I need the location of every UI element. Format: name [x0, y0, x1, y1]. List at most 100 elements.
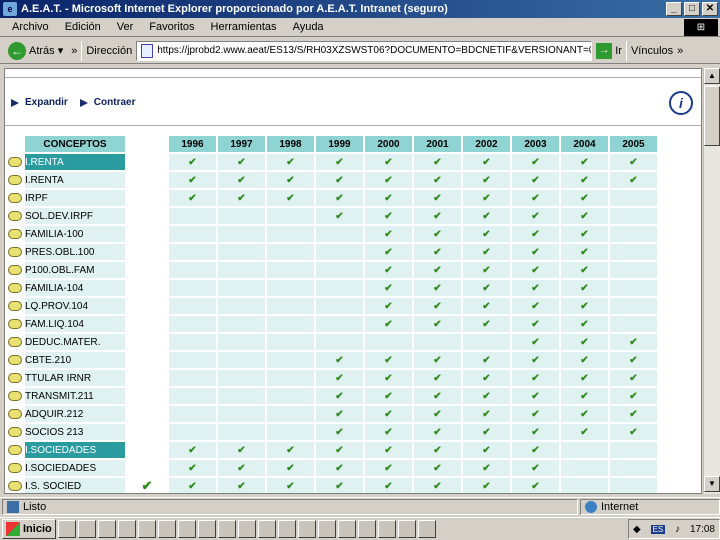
- year-check-cell[interactable]: ✔: [365, 172, 412, 188]
- year-check-cell[interactable]: ✔: [414, 370, 461, 386]
- year-check-cell[interactable]: ✔: [316, 478, 363, 493]
- word-task-icon[interactable]: [378, 520, 396, 538]
- year-check-cell[interactable]: ✔: [169, 172, 216, 188]
- year-check-cell[interactable]: ✔: [169, 442, 216, 458]
- year-check-cell[interactable]: ✔: [414, 406, 461, 422]
- task-window-icon-3[interactable]: [178, 520, 196, 538]
- scroll-thumb[interactable]: [704, 86, 720, 146]
- back-dropdown-icon[interactable]: ▾: [58, 44, 64, 57]
- year-check-cell[interactable]: ✔: [463, 316, 510, 332]
- year-check-cell[interactable]: ✔: [316, 460, 363, 476]
- year-check-cell[interactable]: ✔: [512, 298, 559, 314]
- year-check-cell[interactable]: ✔: [218, 478, 265, 493]
- concept-name[interactable]: FAMILIA-104: [25, 280, 125, 296]
- ie-quicklaunch-icon[interactable]: [58, 520, 76, 538]
- year-check-cell[interactable]: ✔: [463, 280, 510, 296]
- year-check-cell[interactable]: ✔: [414, 460, 461, 476]
- year-check-cell[interactable]: ✔: [463, 190, 510, 206]
- year-check-cell[interactable]: ✔: [463, 172, 510, 188]
- menu-herramientas[interactable]: Herramientas: [211, 21, 277, 33]
- year-check-cell[interactable]: ✔: [365, 460, 412, 476]
- row-expand-cell[interactable]: [7, 208, 23, 224]
- year-check-cell[interactable]: ✔: [414, 352, 461, 368]
- year-check-cell[interactable]: ✔: [267, 190, 314, 206]
- year-check-cell[interactable]: ✔: [267, 478, 314, 493]
- year-check-cell[interactable]: ✔: [463, 298, 510, 314]
- year-check-cell[interactable]: ✔: [218, 190, 265, 206]
- year-check-cell[interactable]: ✔: [512, 154, 559, 170]
- year-check-cell[interactable]: ✔: [365, 244, 412, 260]
- year-check-cell[interactable]: ✔: [365, 190, 412, 206]
- year-check-cell[interactable]: ✔: [414, 190, 461, 206]
- tray-shield-icon[interactable]: ◆: [633, 524, 641, 535]
- concept-name[interactable]: DEDUC.MATER.: [25, 334, 125, 350]
- row-expand-cell[interactable]: [7, 316, 23, 332]
- year-check-cell[interactable]: ✔: [365, 316, 412, 332]
- year-check-cell[interactable]: ✔: [414, 172, 461, 188]
- year-check-cell[interactable]: ✔: [414, 316, 461, 332]
- year-check-cell[interactable]: ✔: [365, 424, 412, 440]
- task-window-icon-4[interactable]: [198, 520, 216, 538]
- year-check-cell[interactable]: ✔: [267, 442, 314, 458]
- task-window-icon-12[interactable]: [358, 520, 376, 538]
- concept-name[interactable]: FAMILIA-100: [25, 226, 125, 242]
- task-window-icon-2[interactable]: [158, 520, 176, 538]
- key-icon[interactable]: [8, 390, 22, 401]
- year-check-cell[interactable]: ✔: [414, 280, 461, 296]
- year-check-cell[interactable]: ✔: [463, 478, 510, 493]
- menu-archivo[interactable]: Archivo: [12, 21, 49, 33]
- year-check-cell[interactable]: ✔: [512, 226, 559, 242]
- year-check-cell[interactable]: ✔: [414, 388, 461, 404]
- year-check-cell[interactable]: ✔: [414, 154, 461, 170]
- year-check-cell[interactable]: ✔: [512, 316, 559, 332]
- key-icon[interactable]: [8, 354, 22, 365]
- concept-name[interactable]: PRES.OBL.100: [25, 244, 125, 260]
- close-button[interactable]: ✕: [702, 2, 718, 16]
- key-icon[interactable]: [8, 372, 22, 383]
- year-check-cell[interactable]: ✔: [463, 406, 510, 422]
- year-check-cell[interactable]: ✔: [316, 352, 363, 368]
- links-overflow-icon[interactable]: »: [677, 45, 683, 57]
- year-check-cell[interactable]: ✔: [463, 208, 510, 224]
- concept-name[interactable]: CBTE.210: [25, 352, 125, 368]
- year-check-cell[interactable]: ✔: [610, 406, 657, 422]
- toolbar-overflow-icon[interactable]: »: [71, 45, 77, 57]
- year-check-cell[interactable]: ✔: [218, 172, 265, 188]
- menu-ver[interactable]: Ver: [117, 21, 134, 33]
- year-check-cell[interactable]: ✔: [561, 388, 608, 404]
- year-check-cell[interactable]: ✔: [463, 352, 510, 368]
- year-check-cell[interactable]: ✔: [463, 442, 510, 458]
- task-window-icon-5[interactable]: [218, 520, 236, 538]
- year-check-cell[interactable]: ✔: [512, 208, 559, 224]
- year-check-cell[interactable]: ✔: [316, 442, 363, 458]
- key-icon[interactable]: [8, 174, 22, 185]
- year-check-cell[interactable]: ✔: [316, 190, 363, 206]
- concept-name[interactable]: SOCIOS 213: [25, 424, 125, 440]
- task-window-icon-11[interactable]: [338, 520, 356, 538]
- year-check-cell[interactable]: ✔: [365, 388, 412, 404]
- year-check-cell[interactable]: ✔: [512, 406, 559, 422]
- back-button[interactable]: ← Atrás ▾: [4, 41, 67, 60]
- concept-name[interactable]: I.S. SOCIED: [25, 478, 125, 493]
- key-icon[interactable]: [8, 480, 22, 491]
- year-check-cell[interactable]: ✔: [512, 262, 559, 278]
- year-check-cell[interactable]: ✔: [512, 172, 559, 188]
- year-check-cell[interactable]: ✔: [365, 262, 412, 278]
- app-quicklaunch-icon[interactable]: [118, 520, 136, 538]
- concept-name[interactable]: LQ.PROV.104: [25, 298, 125, 314]
- year-check-cell[interactable]: ✔: [610, 334, 657, 350]
- year-check-cell[interactable]: ✔: [512, 244, 559, 260]
- year-check-cell[interactable]: ✔: [561, 262, 608, 278]
- row-expand-cell[interactable]: [7, 280, 23, 296]
- year-check-cell[interactable]: ✔: [610, 154, 657, 170]
- year-check-cell[interactable]: ✔: [463, 370, 510, 386]
- key-icon[interactable]: [8, 228, 22, 239]
- year-check-cell[interactable]: ✔: [316, 370, 363, 386]
- task-window-icon-10[interactable]: [318, 520, 336, 538]
- key-icon[interactable]: [8, 408, 22, 419]
- year-check-cell[interactable]: ✔: [561, 154, 608, 170]
- menu-ayuda[interactable]: Ayuda: [293, 21, 324, 33]
- year-check-cell[interactable]: ✔: [414, 478, 461, 493]
- year-check-cell[interactable]: ✔: [561, 316, 608, 332]
- menu-favoritos[interactable]: Favoritos: [149, 21, 194, 33]
